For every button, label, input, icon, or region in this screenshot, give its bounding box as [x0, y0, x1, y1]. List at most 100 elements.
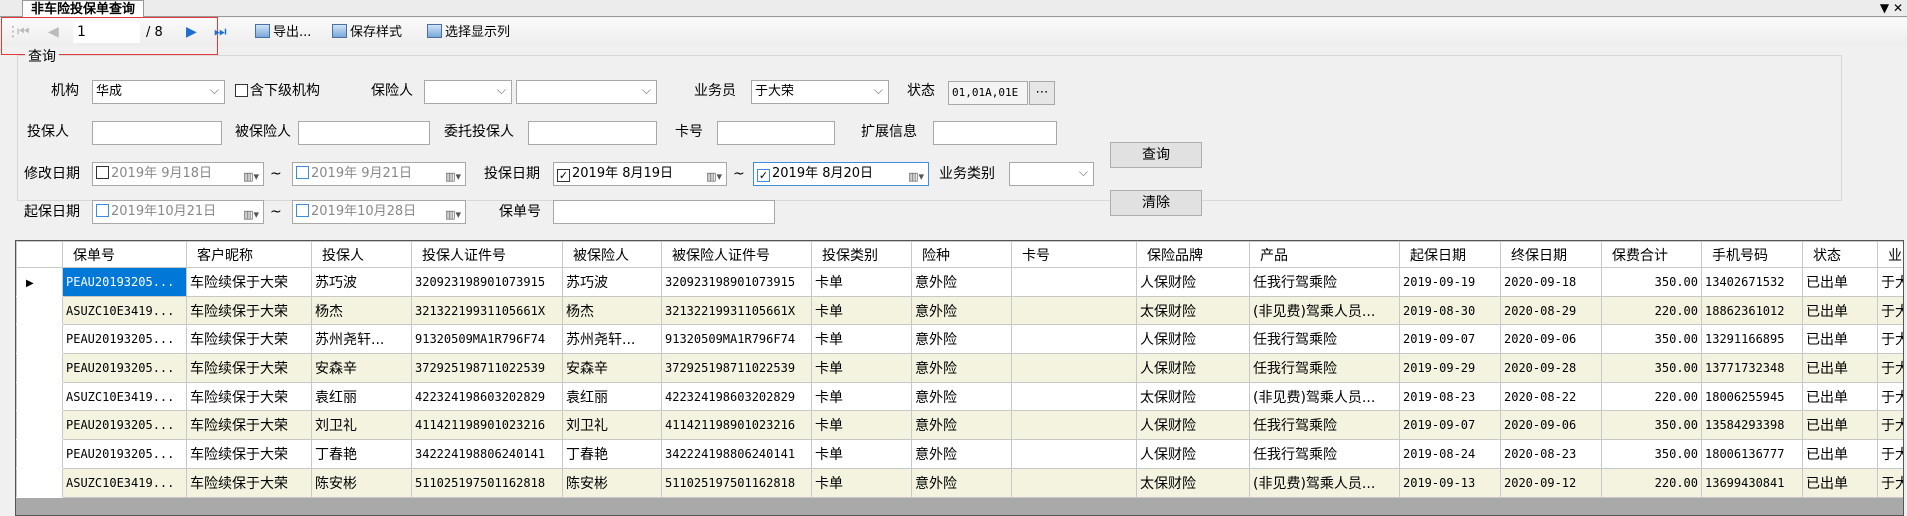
column-header[interactable]: 卡号 [1011, 241, 1137, 268]
table-cell[interactable]: 220.00 [1601, 467, 1702, 498]
save-style-button[interactable]: 保存样式 [332, 24, 402, 42]
table-cell[interactable]: ASUZC10E3419... [62, 295, 187, 326]
dropdown-icon[interactable]: ▼ [1880, 1, 1889, 15]
table-cell[interactable]: 18862361012 [1701, 295, 1803, 326]
table-cell[interactable]: 已出单 [1802, 467, 1878, 498]
table-row[interactable]: ASUZC10E3419... 车险续保于大荣 杨杰 3213221993110566… [16, 295, 1903, 326]
table-cell[interactable]: 苏州尧轩... [311, 324, 412, 355]
table-cell[interactable]: 511025197501162818 [411, 467, 563, 498]
status-picker-button[interactable]: ⋯ [1029, 81, 1055, 105]
table-cell[interactable]: 太保财险 [1136, 295, 1250, 326]
calendar-icon[interactable]: ▥▾ [706, 166, 722, 185]
table-cell[interactable]: 342224198806240141 [411, 439, 563, 469]
column-header[interactable]: 产品 [1249, 241, 1400, 268]
table-cell[interactable]: 杨杰 [562, 295, 662, 326]
table-cell[interactable]: 320923198901073915 [661, 267, 812, 297]
table-cell[interactable]: 于大荣 [1877, 410, 1903, 441]
table-cell[interactable]: 陈安彬 [311, 467, 412, 498]
table-cell[interactable] [1011, 295, 1137, 326]
last-page-icon[interactable]: ⏭ [214, 24, 227, 40]
calendar-icon[interactable]: ▥▾ [243, 166, 259, 185]
table-cell[interactable]: 13584293398 [1701, 410, 1803, 441]
export-button[interactable]: 导出... [255, 24, 311, 42]
table-cell[interactable]: 袁红丽 [562, 381, 662, 412]
column-header[interactable]: 投保人证件号 [411, 241, 563, 268]
table-cell[interactable]: 511025197501162818 [661, 467, 812, 498]
column-header[interactable]: 保单号 [62, 241, 187, 268]
column-header[interactable]: 客户昵称 [186, 241, 312, 268]
row-header[interactable] [16, 353, 63, 383]
table-cell[interactable]: (非见费)驾乘人员... [1249, 467, 1400, 498]
table-cell[interactable]: 于大荣 [1877, 439, 1903, 469]
table-cell[interactable]: 13291166895 [1701, 324, 1803, 355]
row-header[interactable] [16, 295, 63, 326]
table-cell[interactable]: 意外险 [911, 439, 1012, 469]
table-cell[interactable]: 于大荣 [1877, 295, 1903, 326]
table-cell[interactable]: 任我行驾乘险 [1249, 267, 1400, 297]
table-cell[interactable]: 刘卫礼 [562, 410, 662, 441]
table-cell[interactable]: 2020-09-06 [1500, 324, 1602, 355]
table-cell[interactable] [1011, 439, 1137, 469]
column-header[interactable]: 手机号码 [1701, 241, 1803, 268]
column-header[interactable]: 状态 [1802, 241, 1878, 268]
close-icon[interactable]: ✕ [1893, 1, 1903, 15]
column-header[interactable]: 保险品牌 [1136, 241, 1250, 268]
table-cell[interactable]: 2019-09-29 [1399, 353, 1501, 383]
checkbox-checked-icon[interactable]: ✓ [557, 169, 570, 182]
column-header[interactable]: 险种 [911, 241, 1012, 268]
table-cell[interactable]: 已出单 [1802, 381, 1878, 412]
row-header[interactable] [16, 324, 63, 355]
table-cell[interactable]: 卡单 [811, 467, 912, 498]
apply-date-from[interactable]: ✓ 2019年 8月19日 ▥▾ [553, 162, 727, 186]
table-cell[interactable]: 2020-09-18 [1500, 267, 1602, 297]
table-cell[interactable]: 422324198603202829 [411, 381, 563, 412]
table-cell[interactable]: 372925198711022539 [661, 353, 812, 383]
table-cell[interactable]: ASUZC10E3419... [62, 467, 187, 498]
select-columns-button[interactable]: 选择显示列 [427, 24, 510, 42]
table-cell[interactable]: 2019-09-13 [1399, 467, 1501, 498]
table-cell[interactable]: 2019-08-23 [1399, 381, 1501, 412]
table-cell[interactable]: 2020-09-12 [1500, 467, 1602, 498]
checkbox-icon[interactable] [96, 166, 109, 179]
table-cell[interactable]: 安森辛 [311, 353, 412, 383]
table-cell[interactable]: PEAU20193205... [62, 439, 187, 469]
page-number-input[interactable]: 1 [73, 22, 140, 43]
table-cell[interactable]: 于大荣 [1877, 324, 1903, 355]
row-header[interactable] [16, 381, 63, 412]
table-cell[interactable]: 2020-08-29 [1500, 295, 1602, 326]
table-cell[interactable]: 411421198901023216 [661, 410, 812, 441]
table-cell[interactable]: 太保财险 [1136, 381, 1250, 412]
table-cell[interactable]: 车险续保于大荣 [186, 295, 312, 326]
table-cell[interactable]: 2019-08-24 [1399, 439, 1501, 469]
table-cell[interactable]: 人保财险 [1136, 324, 1250, 355]
table-cell[interactable]: 丁春艳 [562, 439, 662, 469]
table-cell[interactable]: 安森辛 [562, 353, 662, 383]
table-cell[interactable]: 13771732348 [1701, 353, 1803, 383]
table-cell[interactable]: 杨杰 [311, 295, 412, 326]
table-cell[interactable]: 卡单 [811, 295, 912, 326]
table-cell[interactable]: 刘卫礼 [311, 410, 412, 441]
table-cell[interactable]: 18006255945 [1701, 381, 1803, 412]
table-cell[interactable]: 袁红丽 [311, 381, 412, 412]
table-cell[interactable]: 350.00 [1601, 410, 1702, 441]
search-button[interactable]: 查询 [1110, 142, 1202, 168]
column-header[interactable]: 投保类别 [811, 241, 912, 268]
checkbox-icon[interactable] [96, 204, 109, 217]
table-cell[interactable]: 苏州尧轩... [562, 324, 662, 355]
table-cell[interactable]: 车险续保于大荣 [186, 439, 312, 469]
start-date-from[interactable]: 2019年10月21日 ▥▾ [92, 200, 264, 224]
table-cell[interactable]: 于大荣 [1877, 381, 1903, 412]
table-cell[interactable] [1011, 267, 1137, 297]
sub-org-checkbox[interactable]: 含下级机构 [235, 80, 320, 102]
table-cell[interactable]: 卡单 [811, 381, 912, 412]
policy-no-input[interactable] [553, 200, 775, 224]
biz-type-select[interactable] [1009, 162, 1094, 186]
start-date-to[interactable]: 2019年10月28日 ▥▾ [292, 200, 466, 224]
table-cell[interactable]: 任我行驾乘险 [1249, 439, 1400, 469]
table-row[interactable]: PEAU20193205... 车险续保于大荣 丁春艳 342224198806240… [16, 439, 1903, 469]
table-cell[interactable]: 2019-08-30 [1399, 295, 1501, 326]
table-cell[interactable]: 车险续保于大荣 [186, 267, 312, 297]
row-header[interactable] [16, 410, 63, 441]
column-header[interactable]: 业务员 [1877, 241, 1903, 268]
table-cell[interactable]: 350.00 [1601, 439, 1702, 469]
